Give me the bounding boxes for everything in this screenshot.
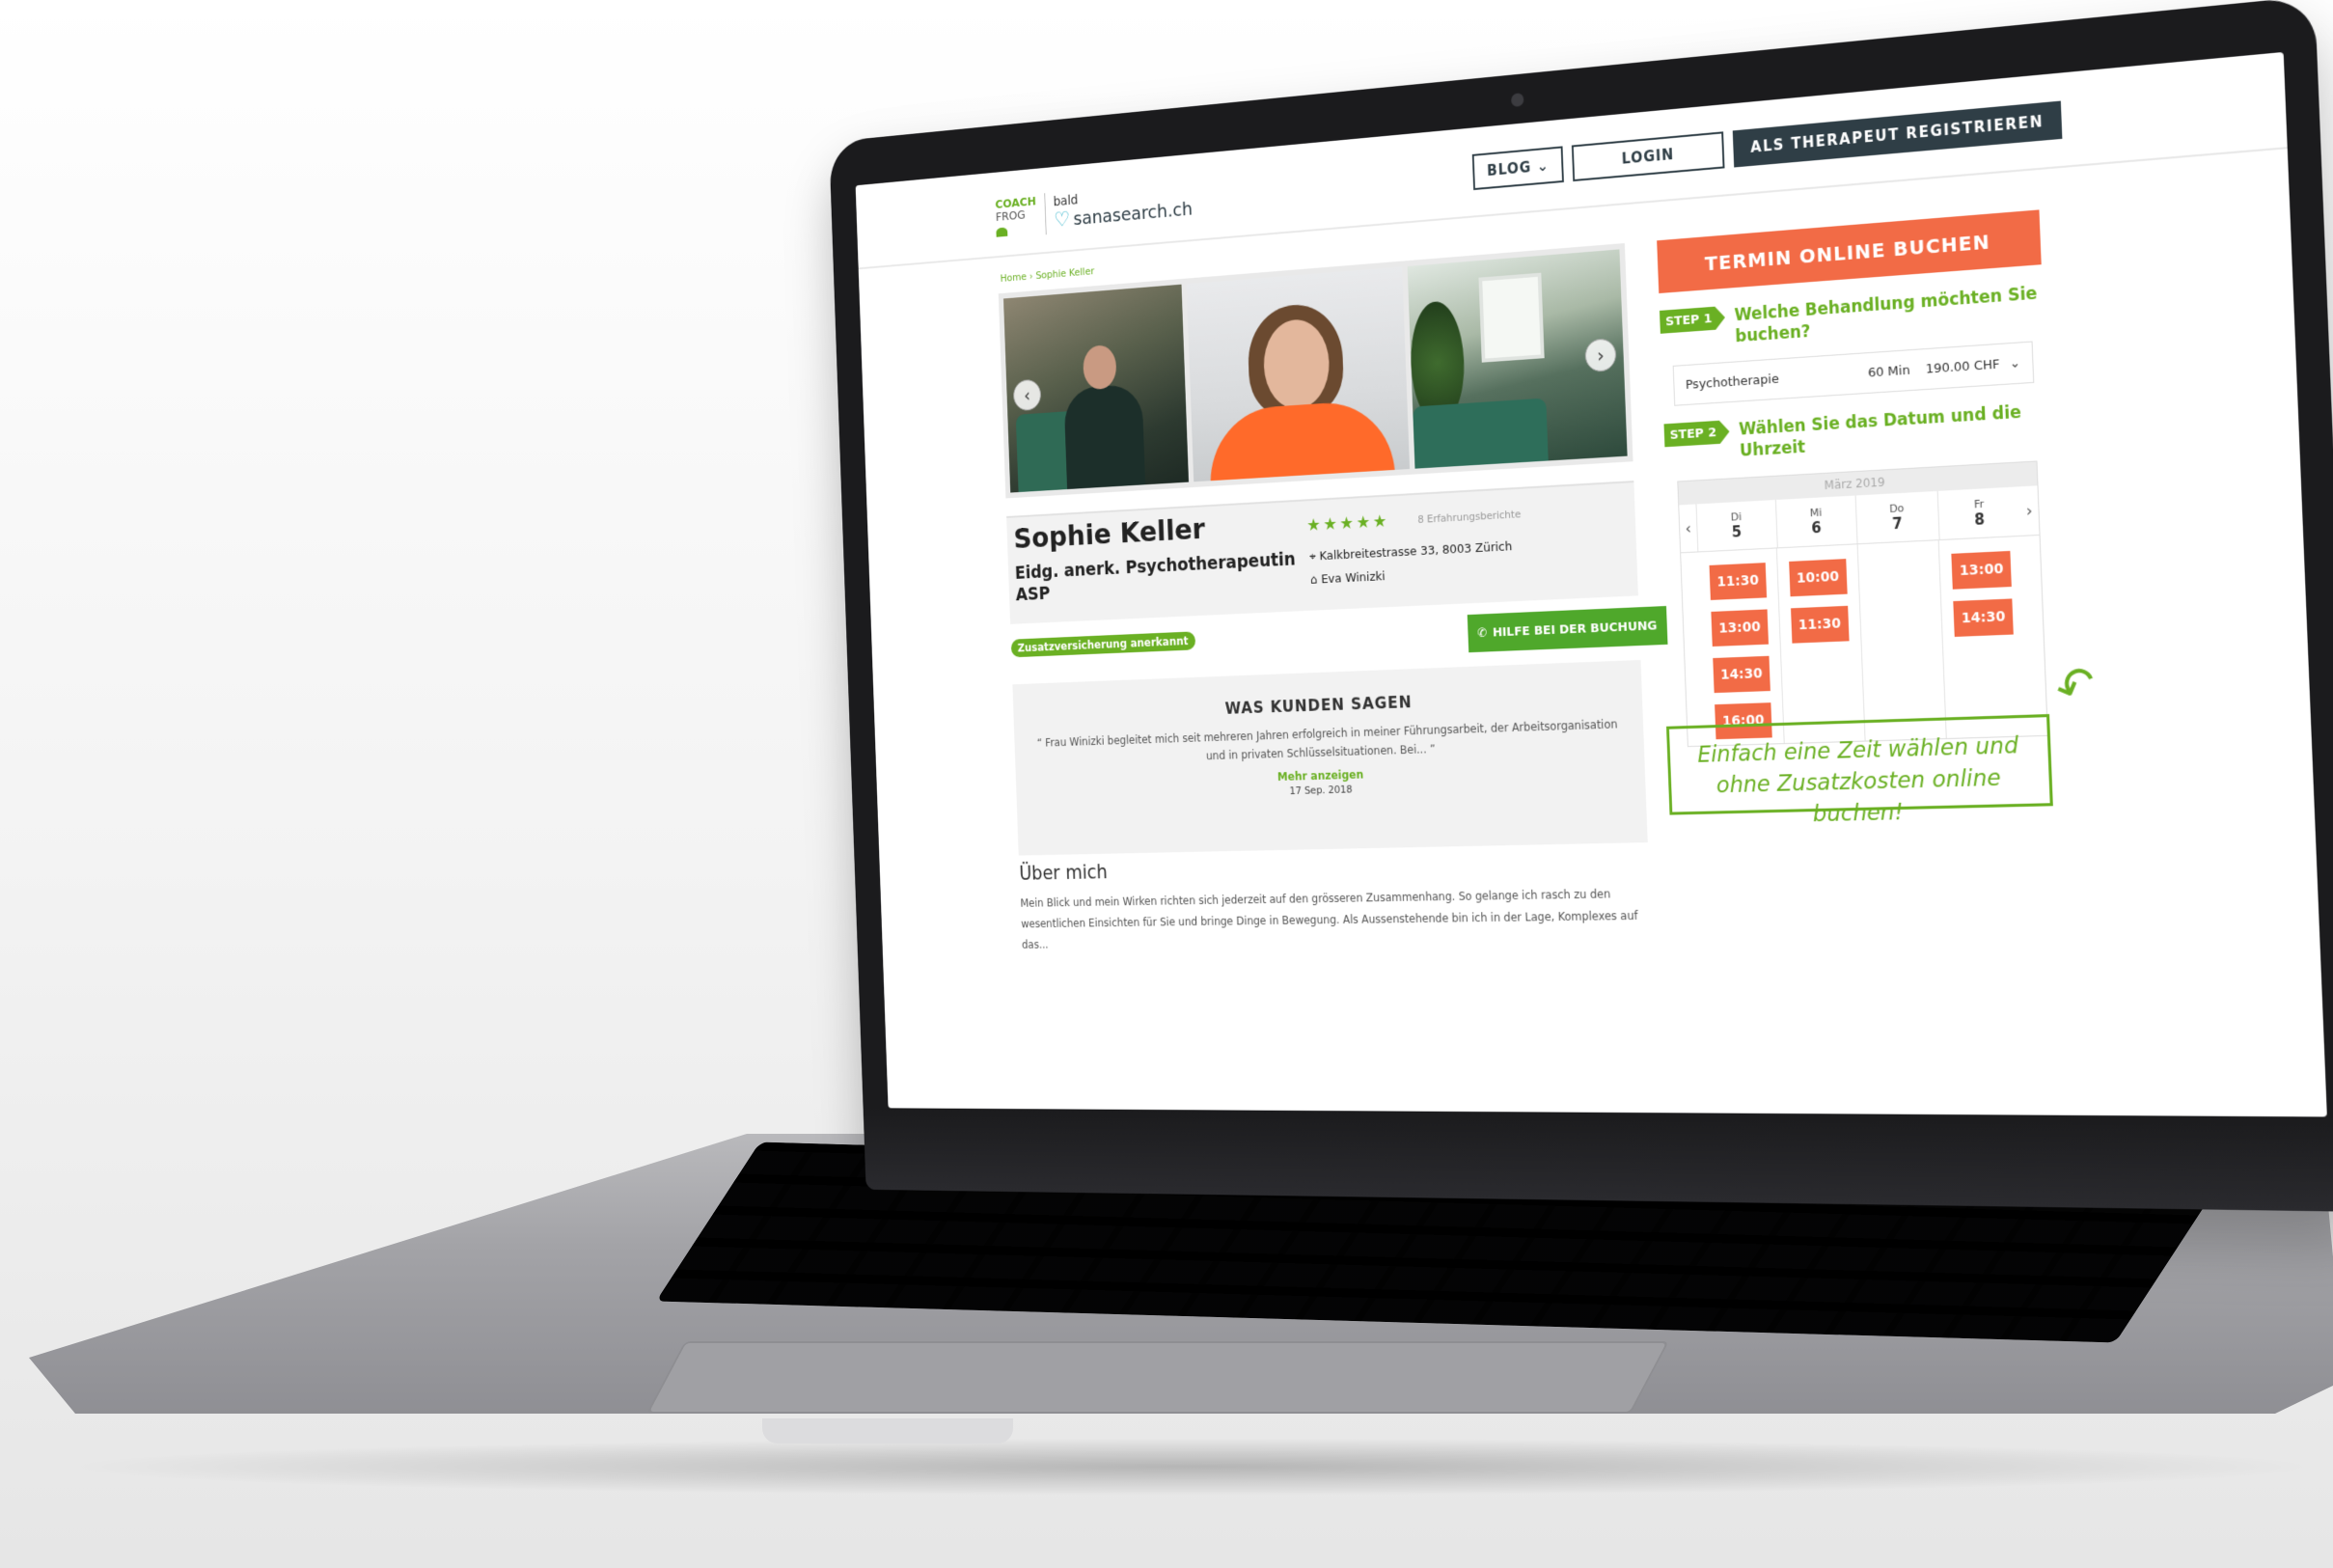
treatment-duration: 60 Min [1867,362,1910,381]
frog-icon [996,227,1008,237]
gallery-photo-2[interactable] [1186,266,1411,482]
calendar-prev-button[interactable]: ‹ [1680,518,1697,537]
about-text: Mein Blick und mein Wirken richten sich … [1020,887,1638,951]
slot-column [1856,540,1947,741]
time-slot[interactable]: 11:30 [1709,563,1768,600]
site-logo[interactable]: COACH FROG bald ♡ sanasearch.ch [995,179,1193,238]
laptop-notch [762,1418,1013,1444]
laptop-shadow [58,1438,2325,1496]
step-1-question: Welche Behandlung möchten Sie buchen? [1734,284,2038,347]
step-2-tag: STEP 2 [1663,420,1729,447]
location-pin-icon: ⌖ [1309,549,1317,564]
step-1: STEP 1 Welche Behandlung möchten Sie buc… [1660,283,2044,353]
treatment-price: 190.00 CHF [1925,356,2000,377]
profile-card: Sophie Keller Eidg. anerk. Psychotherape… [1006,481,1638,624]
practice-text: Eva Winizki [1320,569,1386,588]
slot-column: 13:00 14:30 [1937,536,2030,739]
time-slot[interactable]: 14:30 [1713,655,1770,694]
booking-tip-callout: Einfach eine Zeit wählen und ohne Zusatz… [1665,714,2053,827]
step-2-question: Wählen Sie das Datum und die Uhrzeit [1738,402,2022,461]
day-number: 5 [1731,523,1743,541]
calendar-day: Di 5 [1695,500,1777,552]
reviews-link[interactable]: 8 Erfahrungsberichte [1417,508,1521,525]
laptop-trackpad [646,1341,1669,1414]
day-number: 7 [1891,514,1904,534]
logo-divider [1044,193,1047,235]
coachfrog-logo: COACH FROG [995,195,1037,237]
home-icon: ⌂ [1309,572,1318,588]
breadcrumb[interactable]: Home › Sophie Keller [1001,265,1095,285]
main-nav: BLOG ⌄ LOGIN ALS THERAPEUT REGISTRIEREN [1471,100,2063,191]
laptop-screen: COACH FROG bald ♡ sanasearch.ch BLOG ⌄ LOG… [855,51,2327,1117]
sanasearch-logo: bald ♡ sanasearch.ch [1053,182,1193,232]
photo-person-body [1063,383,1146,493]
heart-icon: ♡ [1053,207,1071,233]
website: COACH FROG bald ♡ sanasearch.ch BLOG ⌄ LOG… [855,51,2327,1117]
time-slot[interactable]: 10:00 [1788,559,1848,597]
photo-sofa [1413,398,1550,469]
time-slot[interactable]: 13:00 [1951,550,2012,590]
treatment-name: Psychotherapie [1685,371,1780,393]
rating-stars: ★★★★★ [1305,510,1390,536]
photo-person-face [1082,344,1117,391]
booking-heading: TERMIN ONLINE BUCHEN [1657,209,2042,294]
booking-help-label: HILFE BEI DER BUCHUNG [1492,618,1658,640]
photo-window [1478,272,1545,363]
day-name: Di [1730,509,1743,524]
slot-column: 10:00 11:30 [1775,544,1865,744]
practice: ⌂ Eva Winizki [1310,569,1386,587]
treatment-select[interactable]: Psychotherapie 60 Min 190.00 CHF ⌄ [1672,341,2035,406]
insurance-badge: Zusatzversicherung anerkannt [1010,631,1195,658]
site-header: COACH FROG bald ♡ sanasearch.ch BLOG ⌄ LOG… [855,51,2288,270]
time-slot[interactable]: 14:30 [1953,598,2014,637]
phone-icon: ✆ [1477,625,1488,641]
slot-column: 11:30 13:00 14:30 16:00 [1697,548,1783,745]
time-slot[interactable]: 11:30 [1790,605,1850,644]
chevron-down-icon: ⌄ [1530,156,1550,176]
register-therapist-button[interactable]: ALS THERAPEUT REGISTRIEREN [1733,100,2063,168]
day-number: 8 [1974,509,1986,529]
chevron-left-icon: ‹ [1023,384,1031,406]
booking-help-button[interactable]: ✆ HILFE BEI DER BUCHUNG [1467,605,1668,653]
calendar-day: Mi 6 [1774,495,1857,548]
address-text: Kalkbreitestrasse 33, 8003 Zürich [1319,539,1513,564]
day-name: Mi [1809,506,1823,520]
booking-widget: TERMIN ONLINE BUCHEN STEP 1 Welche Behan… [1657,209,2060,748]
photo-gallery: ‹ › [998,243,1633,499]
calendar-next-button[interactable]: › [2020,501,2039,521]
camera-icon [1511,93,1524,108]
testimonial-box: WAS KUNDEN SAGEN “ Frau Winizki begleite… [1012,659,1648,856]
time-slot[interactable]: 13:00 [1711,609,1769,647]
background: COACH FROG bald ♡ sanasearch.ch BLOG ⌄ LOG… [0,0,2333,1568]
logo-frog-text: FROG [995,208,1026,225]
day-name: Fr [1973,497,1985,511]
time-slots: 11:30 13:00 14:30 16:00 10:00 11:30 13:0… [1681,536,2047,746]
chevron-right-icon: › [1596,343,1606,368]
calendar: März 2019 ‹ Di5 Mi6 Do7 Fr8 › 11:30 [1677,460,2048,748]
calendar-day: Fr 8 [1936,486,2022,540]
step-2: STEP 2 Wählen Sie das Datum und die Uhrz… [1663,400,2048,467]
day-name: Do [1888,502,1905,516]
address: ⌖ Kalkbreitestrasse 33, 8003 Zürich [1309,539,1513,564]
blog-label: BLOG [1486,158,1532,179]
photo-orange-coat [1208,399,1396,482]
day-number: 6 [1811,518,1823,537]
login-button[interactable]: LOGIN [1572,131,1725,182]
therapist-name: Sophie Keller [1013,512,1206,556]
calendar-day: Do 7 [1854,490,1939,544]
laptop-lid: COACH FROG bald ♡ sanasearch.ch BLOG ⌄ LOG… [829,0,2333,1212]
about-heading: Über mich [1019,861,1109,885]
step-1-tag: STEP 1 [1660,306,1725,334]
chevron-down-icon: ⌄ [2009,355,2021,371]
blog-dropdown-button[interactable]: BLOG ⌄ [1471,146,1565,191]
therapist-title: Eidg. anerk. Psychotherapeutin ASP [1014,549,1297,605]
